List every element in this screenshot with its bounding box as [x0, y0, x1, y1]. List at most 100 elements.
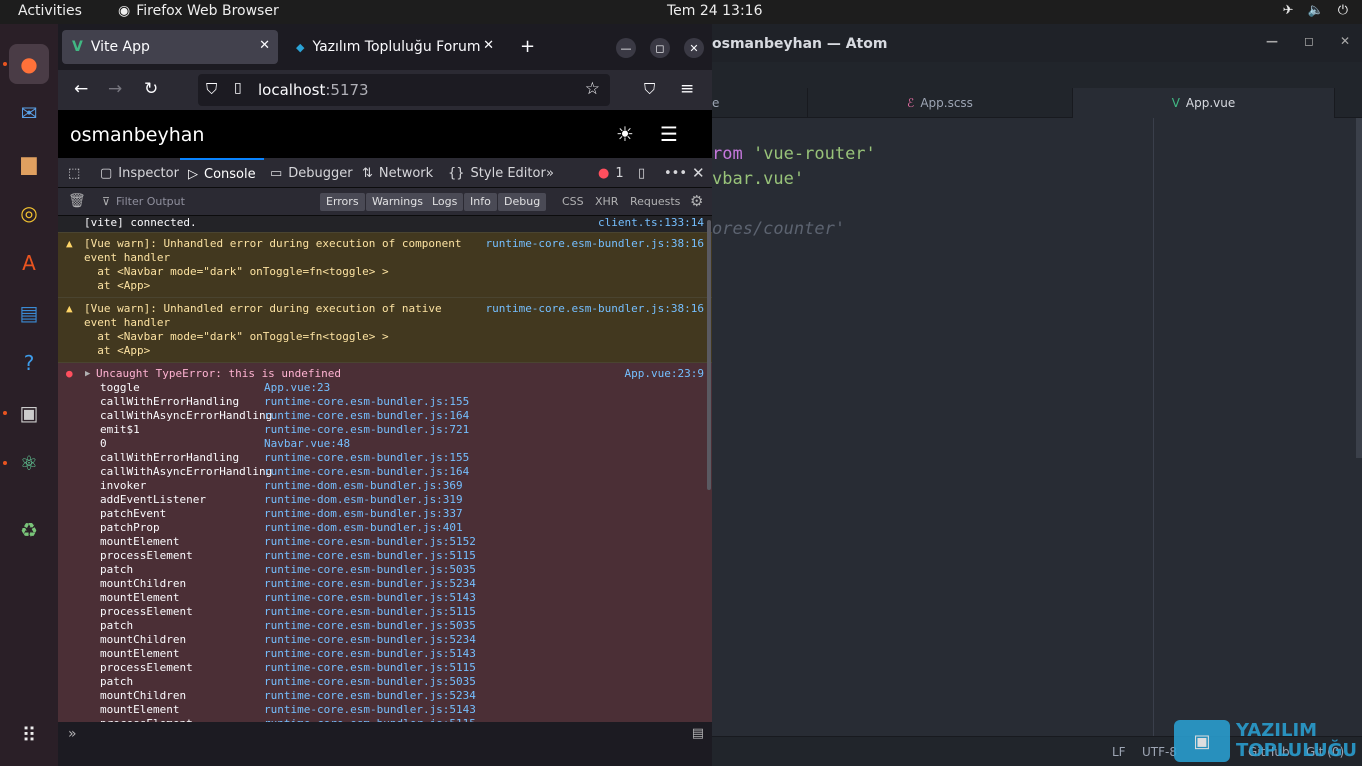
source-link[interactable]: runtime-core.esm-bundler.js:38:16 — [485, 237, 704, 251]
tab-style-editor[interactable]: {} Style Editor — [448, 158, 546, 188]
close-devtools-icon[interactable]: ✕ — [692, 158, 705, 188]
trash-icon[interactable]: 🗑 — [68, 193, 86, 209]
stack-source-link[interactable]: runtime-core.esm-bundler.js:5143 — [264, 591, 476, 605]
help-icon[interactable]: ? — [9, 343, 49, 383]
minimize-icon[interactable]: — — [616, 38, 636, 58]
stack-source-link[interactable]: runtime-dom.esm-bundler.js:369 — [264, 479, 463, 493]
bookmark-star-icon[interactable]: ☆ — [585, 79, 600, 99]
writer-icon[interactable]: ▤ — [9, 293, 49, 333]
filter-css-button[interactable]: CSS — [562, 195, 584, 208]
theme-toggle-sun-icon[interactable]: ☀ — [616, 122, 634, 146]
stack-source-link[interactable]: runtime-core.esm-bundler.js:5234 — [264, 689, 476, 703]
expand-arrow-icon[interactable]: ▶ — [85, 367, 90, 381]
firefox-icon[interactable]: ● — [9, 44, 49, 84]
site-brand[interactable]: osmanbeyhan — [70, 124, 204, 146]
forward-icon[interactable]: → — [108, 79, 122, 99]
stack-source-link[interactable]: runtime-core.esm-bundler.js:5115 — [264, 605, 476, 619]
source-link[interactable]: runtime-core.esm-bundler.js:38:16 — [485, 302, 704, 316]
tab-console[interactable]: ▷ Console — [180, 158, 264, 188]
filter-debug-button[interactable]: Debug — [498, 193, 547, 211]
stack-source-link[interactable]: runtime-core.esm-bundler.js:5152 — [264, 535, 476, 549]
stack-source-link[interactable]: runtime-dom.esm-bundler.js:401 — [264, 521, 463, 535]
stack-source-link[interactable]: runtime-core.esm-bundler.js:5143 — [264, 647, 476, 661]
close-window-icon[interactable]: ✕ — [684, 38, 704, 58]
app-menu[interactable]: ◉ Firefox Web Browser — [118, 3, 279, 19]
encoding[interactable]: UTF-8 — [1142, 745, 1177, 759]
filter-info-button[interactable]: Info — [464, 193, 497, 211]
show-apps-icon[interactable]: ⠿ — [9, 715, 49, 755]
stack-source-link[interactable]: runtime-core.esm-bundler.js:5035 — [264, 563, 476, 577]
system-tray[interactable]: ✈ 🔈 ⏻ — [1283, 3, 1348, 18]
browser-tab-forum[interactable]: ◆ Yazılım Topluluğu Forum ✕ — [286, 30, 502, 64]
tab-debugger[interactable]: ▭ Debugger — [270, 158, 353, 188]
atom-tab-app-scss[interactable]: ℰ App.scss — [808, 88, 1073, 118]
terminal-icon[interactable]: ▣ — [9, 393, 49, 433]
stack-source-link[interactable]: runtime-core.esm-bundler.js:164 — [264, 409, 469, 423]
files-icon[interactable]: ▆ — [9, 143, 49, 183]
stack-source-link[interactable]: runtime-core.esm-bundler.js:5143 — [264, 703, 476, 717]
thunderbird-icon[interactable]: ✉ — [9, 93, 49, 133]
stack-source-link[interactable]: runtime-core.esm-bundler.js:5234 — [264, 633, 476, 647]
stack-source-link[interactable]: Navbar.vue:48 — [264, 437, 350, 451]
console-scrollbar[interactable] — [707, 220, 711, 490]
app-menu-icon[interactable]: ≡ — [680, 79, 694, 99]
filter-errors-button[interactable]: Errors — [320, 193, 365, 211]
reload-icon[interactable]: ↻ — [144, 79, 158, 99]
stack-source-link[interactable]: runtime-core.esm-bundler.js:5035 — [264, 619, 476, 633]
activities-button[interactable]: Activities — [18, 3, 82, 19]
stack-source-link[interactable]: runtime-core.esm-bundler.js:5115 — [264, 661, 476, 675]
settings-gear-icon[interactable]: ⚙ — [690, 192, 703, 210]
stack-source-link[interactable]: runtime-core.esm-bundler.js:164 — [264, 465, 469, 479]
editor-scrollbar[interactable] — [1356, 118, 1362, 458]
tab-network[interactable]: ⇅ Network — [362, 158, 433, 188]
back-icon[interactable]: ← — [74, 79, 88, 99]
stack-source-link[interactable]: runtime-core.esm-bundler.js:5234 — [264, 577, 476, 591]
stack-source-link[interactable]: runtime-core.esm-bundler.js:155 — [264, 395, 469, 409]
dock-side-icon[interactable]: ▯ — [638, 158, 645, 188]
maximize-icon[interactable]: ◻ — [650, 38, 670, 58]
stack-source-link[interactable]: runtime-core.esm-bundler.js:721 — [264, 423, 469, 437]
shield-icon[interactable]: ⛉ — [206, 80, 217, 98]
minimize-icon[interactable]: — — [1266, 34, 1278, 48]
filter-warnings-button[interactable]: Warnings — [366, 193, 429, 211]
stack-source-link[interactable]: runtime-core.esm-bundler.js:5115 — [264, 549, 476, 563]
new-tab-icon[interactable]: + — [520, 36, 535, 57]
stack-source-link[interactable]: runtime-dom.esm-bundler.js:337 — [264, 507, 463, 521]
stack-source-link[interactable]: App.vue:23 — [264, 381, 330, 395]
close-icon[interactable]: ✕ — [1340, 34, 1350, 48]
source-link[interactable]: client.ts:133:14 — [598, 216, 704, 230]
pocket-icon[interactable]: ⛉ — [644, 80, 655, 98]
filter-logs-button[interactable]: Logs — [426, 193, 464, 211]
close-tab-icon[interactable]: ✕ — [483, 38, 494, 53]
clock[interactable]: Tem 24 13:16 — [667, 3, 762, 19]
editor-mode-icon[interactable]: ▤ — [692, 726, 704, 741]
more-tabs-icon[interactable]: » — [546, 158, 554, 188]
url-bar[interactable]: ⛉ ▯ localhost:5173 ☆ — [198, 74, 610, 106]
filter-output-input[interactable]: Filter Output — [116, 195, 185, 208]
code-editor[interactable]: rom 'vue-router' vbar.vue' ores/counter' — [712, 142, 876, 242]
browser-tab-vite[interactable]: V Vite App ✕ — [62, 30, 278, 64]
tab-inspector[interactable]: ▢ Inspector — [100, 158, 179, 188]
stack-source-link[interactable]: runtime-core.esm-bundler.js:155 — [264, 451, 469, 465]
source-link[interactable]: App.vue:23:9 — [625, 367, 704, 381]
atom-tab[interactable]: e — [712, 88, 808, 118]
error-count-badge[interactable]: ● 1 — [598, 158, 624, 188]
filter-requests-button[interactable]: Requests — [630, 195, 680, 208]
filter-xhr-button[interactable]: XHR — [595, 195, 618, 208]
console-input[interactable]: » ▤ — [58, 722, 712, 766]
hamburger-menu-icon[interactable]: ☰ — [660, 122, 678, 146]
atom-tab-app-vue[interactable]: V App.vue — [1073, 88, 1335, 118]
line-ending[interactable]: LF — [1112, 745, 1126, 759]
error-text: Uncaught TypeError: this is undefined — [96, 367, 342, 380]
software-icon[interactable]: A — [9, 243, 49, 283]
stack-source-link[interactable]: runtime-core.esm-bundler.js:5035 — [264, 675, 476, 689]
trash-icon[interactable]: ♻ — [9, 510, 49, 550]
element-picker-icon[interactable]: ⬚ — [68, 158, 80, 188]
more-options-icon[interactable]: ••• — [664, 158, 687, 188]
close-tab-icon[interactable]: ✕ — [259, 38, 270, 53]
rhythmbox-icon[interactable]: ◎ — [9, 193, 49, 233]
atom-icon[interactable]: ⚛ — [9, 443, 49, 483]
stack-source-link[interactable]: runtime-dom.esm-bundler.js:319 — [264, 493, 463, 507]
maximize-icon[interactable]: ◻ — [1304, 34, 1314, 48]
page-icon[interactable]: ▯ — [234, 80, 242, 96]
